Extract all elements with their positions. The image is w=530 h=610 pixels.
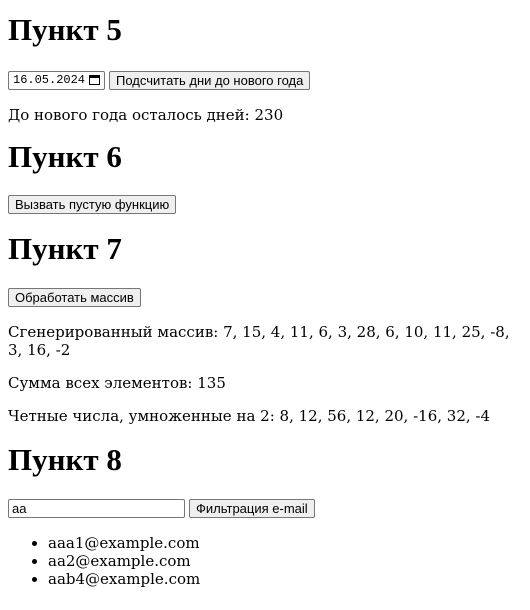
- filter-email-button[interactable]: Фильтрация e-mail: [189, 498, 315, 518]
- email-filter-input[interactable]: [8, 498, 185, 518]
- date-value: 16.05.2024: [13, 73, 86, 88]
- section-p7: Пункт 7 Обработать массив Сгенерированны…: [8, 231, 522, 425]
- p6-controls: Вызвать пустую функцию: [8, 195, 522, 215]
- empty-function-button[interactable]: Вызвать пустую функцию: [8, 195, 177, 215]
- heading-p7: Пункт 7: [8, 231, 122, 267]
- section-p5: Пункт 5 16.05.2024 Подсчитать дни до нов…: [8, 0, 522, 124]
- p5-controls: 16.05.2024 Подсчитать дни до нового года: [8, 70, 522, 90]
- heading-p5: Пункт 5: [8, 12, 122, 47]
- section-p8: Пункт 8 Фильтрация e-mail aaa1@example.c…: [8, 442, 522, 588]
- p8-controls: Фильтрация e-mail: [8, 498, 522, 518]
- count-days-button[interactable]: Подсчитать дни до нового года: [109, 70, 311, 90]
- date-input[interactable]: 16.05.2024: [8, 70, 106, 90]
- calendar-icon[interactable]: [89, 75, 101, 86]
- sum-text: Сумма всех элементов: 135: [8, 373, 226, 392]
- list-item: aaa1@example.com: [48, 534, 522, 552]
- list-item: aa2@example.com: [48, 552, 522, 570]
- section-p6: Пункт 6 Вызвать пустую функцию: [8, 139, 522, 215]
- heading-p6: Пункт 6: [8, 138, 122, 174]
- email-list: aaa1@example.com aa2@example.com aab4@ex…: [8, 534, 522, 588]
- days-result-text: До нового года осталось дней: 230: [8, 105, 284, 124]
- process-array-button[interactable]: Обработать массив: [8, 287, 141, 307]
- even-numbers-text: Четные числа, умноженные на 2: 8, 12, 56…: [8, 406, 491, 425]
- p7-controls: Обработать массив: [8, 287, 522, 307]
- generated-array-text: Сгенерированный массив: 7, 15, 4, 11, 6,…: [8, 322, 510, 359]
- list-item: aab4@example.com: [48, 570, 522, 588]
- heading-p8: Пункт 8: [8, 441, 122, 477]
